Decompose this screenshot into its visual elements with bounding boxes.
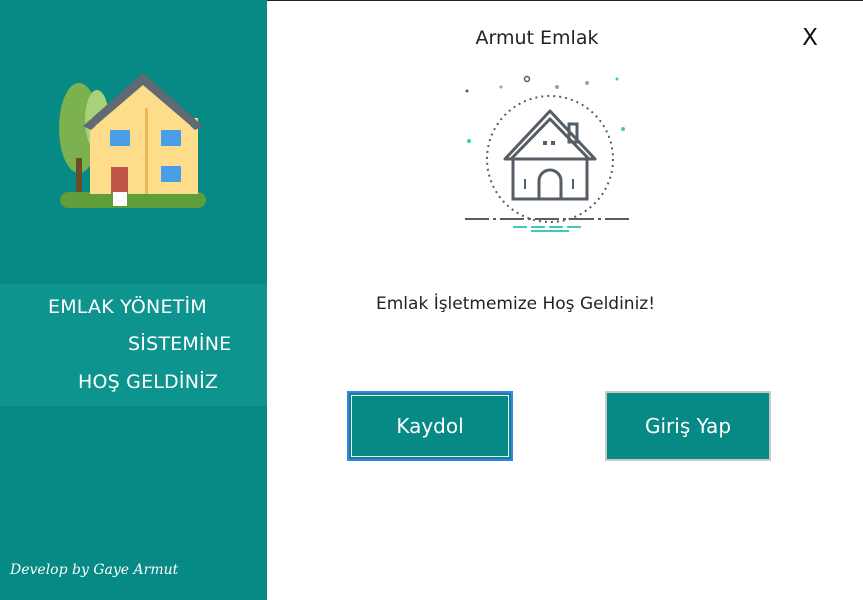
- sidebar-welcome-line1: EMLAK YÖNETİM: [48, 296, 207, 318]
- register-button[interactable]: Kaydol: [347, 391, 513, 461]
- main-panel: Armut Emlak X Emlak İşletmemize Hoş Geld…: [267, 1, 863, 600]
- house-outline-icon: [465, 75, 633, 232]
- sidebar-welcome-line3: HOŞ GELDİNİZ: [78, 371, 219, 393]
- welcome-message: Emlak İşletmemize Hoş Geldiniz!: [376, 294, 656, 314]
- sidebar: EMLAK YÖNETİM SİSTEMİNE HOŞ GELDİNİZ Dev…: [0, 0, 267, 600]
- window-title: Armut Emlak: [475, 27, 599, 49]
- house-with-trees-icon: [59, 73, 206, 208]
- sidebar-welcome-line2: SİSTEMİNE: [128, 333, 232, 355]
- developer-credit: Develop by Gaye Armut: [10, 562, 179, 578]
- login-button[interactable]: Giriş Yap: [605, 391, 771, 461]
- close-button[interactable]: X: [795, 23, 825, 53]
